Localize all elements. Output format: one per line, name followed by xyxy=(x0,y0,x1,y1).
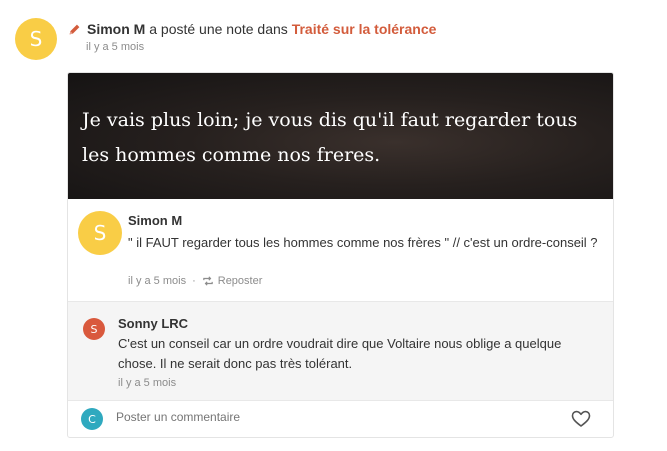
comment-author-avatar[interactable]: S xyxy=(83,318,105,340)
note-text: " il FAUT regarder tous les hommes comme… xyxy=(128,235,598,250)
repost-icon[interactable] xyxy=(202,276,214,286)
quote-banner: Je vais plus loin; je vous dis qu'il fau… xyxy=(68,73,613,199)
pencil-icon xyxy=(69,24,80,34)
activity-user-link[interactable]: Simon M xyxy=(87,21,145,37)
note-timestamp: il y a 5 mois xyxy=(128,275,187,287)
note-author-name[interactable]: Simon M xyxy=(128,213,182,228)
note-meta: il y a 5 mois · Reposter xyxy=(128,275,262,287)
heart-icon[interactable] xyxy=(571,410,591,428)
comment-author-name[interactable]: Sonny LRC xyxy=(118,316,188,331)
comment-input[interactable] xyxy=(116,410,556,424)
repost-button[interactable]: Reposter xyxy=(218,275,263,287)
comment-timestamp: il y a 5 mois xyxy=(118,377,177,389)
activity-timestamp: il y a 5 mois xyxy=(86,41,145,53)
note-author-avatar[interactable]: S xyxy=(78,211,122,255)
comment-text: C'est un conseil car un ordre voudrait d… xyxy=(118,336,562,371)
quote-text: Je vais plus loin; je vous dis qu'il fau… xyxy=(82,109,578,166)
meta-separator: · xyxy=(192,275,196,287)
activity-avatar[interactable]: S xyxy=(15,18,57,60)
current-user-avatar: C xyxy=(81,408,103,430)
activity-book-link[interactable]: Traité sur la tolérance xyxy=(292,21,437,37)
note-card: Je vais plus loin; je vous dis qu'il fau… xyxy=(67,72,614,438)
activity-action-text: a posté une note dans xyxy=(149,21,288,37)
comment-thread: S Sonny LRC C'est un conseil car un ordr… xyxy=(68,301,613,401)
activity-line: Simon M a posté une note dans Traité sur… xyxy=(68,21,436,37)
